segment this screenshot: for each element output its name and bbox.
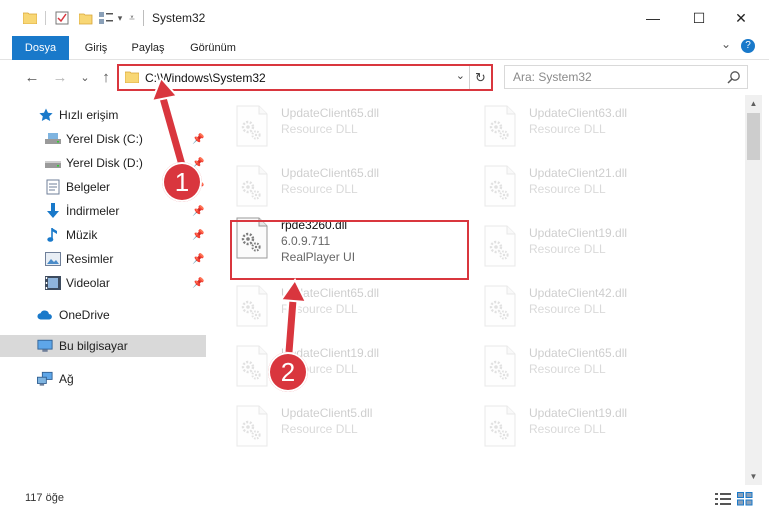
- arrow-1-line: [159, 97, 188, 173]
- callout-arrows: [150, 76, 308, 353]
- arrow-1-head: [150, 76, 179, 103]
- arrow-2-line: [285, 299, 297, 353]
- arrow-2-head: [279, 278, 308, 304]
- callout-badge-2: 2: [268, 352, 308, 392]
- callout-badge-1: 1: [162, 162, 202, 202]
